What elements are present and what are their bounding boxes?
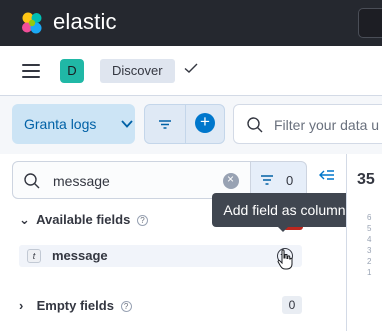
tooltip-arrow bbox=[277, 226, 289, 232]
main-content-panel: 35 6 5 4 3 2 1 bbox=[347, 154, 382, 331]
available-fields-toggle[interactable]: ⌄ Available fields ? bbox=[19, 212, 148, 228]
field-sidebar: message × 0 ⌄ Available fields ? 1 t mes… bbox=[0, 154, 346, 331]
chevron-right-icon: › bbox=[19, 298, 24, 313]
empty-fields-label: Empty fields bbox=[36, 298, 114, 313]
tick-label: 4 bbox=[367, 235, 372, 244]
global-search-input[interactable] bbox=[358, 8, 382, 38]
field-name: message bbox=[52, 248, 108, 263]
close-icon: × bbox=[227, 172, 235, 186]
chevron-down-icon bbox=[121, 120, 133, 128]
breadcrumb-bar: D Discover bbox=[0, 46, 382, 96]
info-icon[interactable]: ? bbox=[136, 215, 148, 226]
check-icon bbox=[184, 63, 198, 73]
string-type-icon: t bbox=[27, 249, 41, 263]
menu-icon[interactable] bbox=[22, 64, 40, 78]
plus-icon: + bbox=[200, 112, 210, 131]
query-toolbar: Granta logs + Filter your data u bbox=[0, 96, 382, 154]
search-icon bbox=[24, 173, 40, 189]
tick-label: 3 bbox=[367, 246, 372, 255]
data-view-picker[interactable]: Granta logs bbox=[12, 104, 135, 144]
divider bbox=[185, 105, 186, 143]
filter-button-group: + bbox=[144, 104, 225, 144]
hand-cursor-icon bbox=[277, 249, 293, 270]
hits-count: 35 bbox=[357, 171, 375, 188]
top-header: elastic bbox=[0, 0, 382, 46]
brand-name: elastic bbox=[53, 9, 117, 34]
empty-fields-count: 0 bbox=[282, 296, 302, 314]
search-icon bbox=[247, 117, 263, 133]
histogram-axis: 6 5 4 3 2 1 bbox=[367, 212, 371, 278]
tick-label: 1 bbox=[367, 268, 372, 277]
filter-icon bbox=[261, 175, 273, 185]
breadcrumb-discover[interactable]: Discover bbox=[100, 59, 175, 83]
info-icon[interactable]: ? bbox=[120, 301, 132, 312]
filter-icon[interactable] bbox=[156, 116, 174, 132]
data-view-label: Granta logs bbox=[24, 116, 97, 132]
field-search-value: message bbox=[53, 173, 110, 189]
chevron-down-icon: ⌄ bbox=[19, 212, 30, 227]
add-filter-button[interactable]: + bbox=[195, 113, 215, 133]
tooltip: Add field as column bbox=[212, 193, 357, 227]
clear-search-button[interactable]: × bbox=[223, 172, 239, 189]
space-avatar[interactable]: D bbox=[60, 59, 84, 83]
field-filter-count: 0 bbox=[286, 173, 294, 188]
empty-fields-toggle[interactable]: › Empty fields ? bbox=[19, 298, 132, 313]
tick-label: 5 bbox=[367, 224, 372, 233]
query-placeholder: Filter your data u bbox=[274, 117, 380, 133]
tick-label: 2 bbox=[367, 257, 372, 266]
elastic-logo[interactable] bbox=[19, 10, 45, 36]
query-input[interactable]: Filter your data u bbox=[233, 104, 382, 144]
field-row-message[interactable]: t message + bbox=[19, 245, 302, 267]
available-fields-label: Available fields bbox=[36, 212, 131, 227]
tick-label: 6 bbox=[367, 213, 372, 222]
collapse-sidebar-icon[interactable] bbox=[319, 168, 335, 182]
